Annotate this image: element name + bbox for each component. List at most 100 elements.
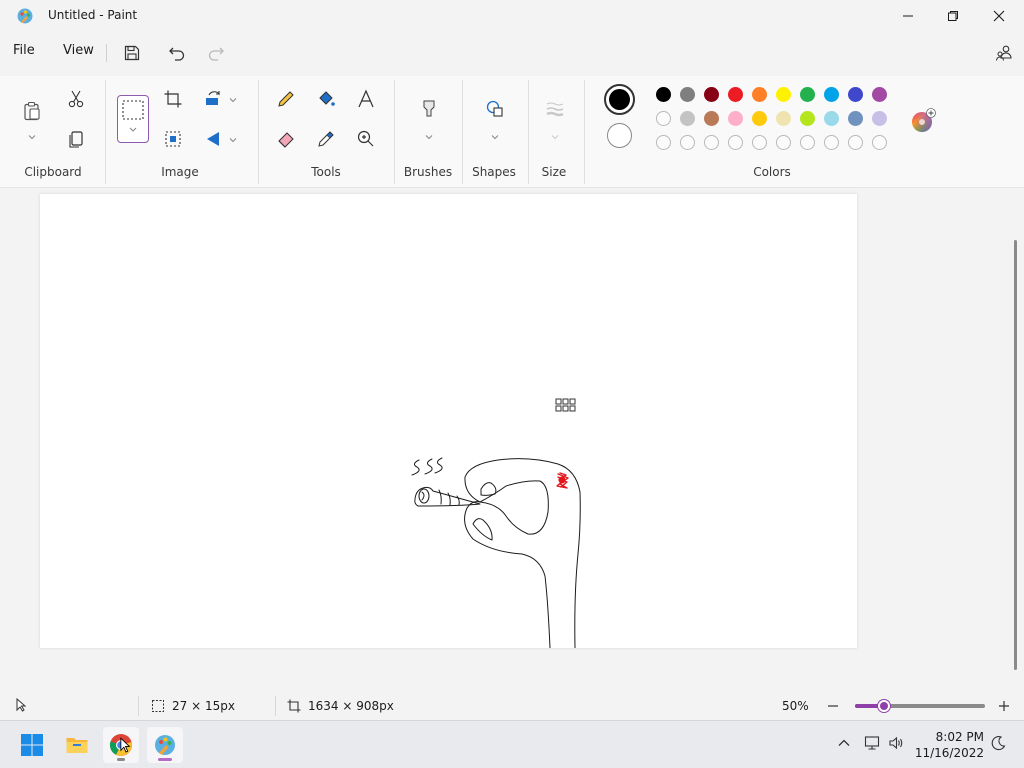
palette-swatch[interactable]: [728, 111, 743, 126]
color-picker-tool-button[interactable]: [311, 124, 341, 154]
cut-button[interactable]: [61, 84, 91, 114]
save-button[interactable]: [118, 40, 146, 66]
minimize-icon: [903, 15, 913, 17]
edit-colors-button[interactable]: [910, 108, 936, 134]
canvas-size-text: 1634 × 908px: [308, 699, 394, 713]
custom-color-slot[interactable]: [656, 135, 671, 150]
paint-icon: [155, 735, 175, 755]
copy-button[interactable]: [61, 124, 91, 154]
taskbar-clock[interactable]: 8:02 PM 11/16/2022: [912, 729, 984, 761]
select-tool-button[interactable]: [117, 95, 149, 143]
file-explorer-taskbar-button[interactable]: [59, 727, 95, 763]
account-button[interactable]: [990, 40, 1018, 66]
eraser-tool-button[interactable]: [271, 124, 301, 154]
pencil-tool-button[interactable]: [271, 84, 301, 114]
palette-swatch[interactable]: [824, 111, 839, 126]
start-button[interactable]: [14, 727, 50, 763]
resize-button[interactable]: [158, 124, 188, 154]
menu-bar: File View: [0, 34, 1024, 70]
custom-color-slot[interactable]: [728, 135, 743, 150]
fill-tool-button[interactable]: [311, 84, 341, 114]
color-1-selector[interactable]: [604, 84, 635, 115]
custom-color-slot[interactable]: [752, 135, 767, 150]
palette-swatch[interactable]: [704, 111, 719, 126]
volume-tray-button[interactable]: [888, 735, 908, 755]
clipboard-group-label: Clipboard: [24, 165, 82, 179]
undo-button[interactable]: [163, 40, 191, 66]
zoom-out-button[interactable]: [826, 699, 840, 716]
zoom-level-text[interactable]: 50%: [782, 699, 809, 713]
zoom-slider-thumb[interactable]: [877, 700, 890, 712]
rotate-chevron[interactable]: [228, 94, 238, 104]
focus-assist-button[interactable]: [990, 735, 1010, 755]
palette-swatch[interactable]: [752, 111, 767, 126]
clock-time: 8:02 PM: [935, 730, 984, 744]
minimize-button[interactable]: [885, 0, 931, 32]
group-separator: [105, 80, 106, 184]
color-2-selector[interactable]: [607, 123, 632, 148]
palette-swatch[interactable]: [824, 87, 839, 102]
palette-swatch[interactable]: [848, 111, 863, 126]
magnifier-tool-button[interactable]: [351, 124, 381, 154]
custom-color-slot[interactable]: [680, 135, 695, 150]
chevron-down-icon: [551, 135, 559, 140]
flip-button[interactable]: [198, 124, 228, 154]
palette-swatch[interactable]: [752, 87, 767, 102]
restore-button[interactable]: [930, 0, 976, 32]
flip-chevron[interactable]: [228, 134, 238, 144]
custom-color-slot[interactable]: [704, 135, 719, 150]
view-menu[interactable]: View: [63, 43, 94, 58]
palette-swatch[interactable]: [872, 87, 887, 102]
palette-swatch[interactable]: [704, 87, 719, 102]
text-tool-button[interactable]: [351, 84, 381, 114]
palette-swatch[interactable]: [800, 111, 815, 126]
palette-swatch[interactable]: [776, 87, 791, 102]
palette-swatch[interactable]: [728, 87, 743, 102]
vertical-scrollbar[interactable]: [1014, 240, 1017, 670]
custom-color-slot[interactable]: [872, 135, 887, 150]
paste-icon: [24, 101, 40, 121]
palette-swatch[interactable]: [680, 111, 695, 126]
file-menu[interactable]: File: [13, 43, 35, 58]
eraser-icon: [278, 132, 294, 148]
size-group-label: Size: [541, 165, 567, 179]
image-group-label: Image: [161, 165, 199, 179]
palette-swatch[interactable]: [680, 87, 695, 102]
palette-swatch[interactable]: [872, 111, 887, 126]
paint-taskbar-button[interactable]: [147, 727, 183, 763]
size-button[interactable]: [540, 94, 570, 124]
status-bar: 27 × 15px 1634 × 908px 50%: [0, 692, 1024, 720]
paint-app-icon: [16, 7, 34, 25]
zoom-in-button[interactable]: [997, 699, 1011, 716]
ribbon-toolbar: Clipboard Image Tools Brushes Shapes Siz…: [0, 76, 1024, 188]
shapes-chevron[interactable]: [490, 131, 500, 141]
paste-chevron[interactable]: [27, 131, 37, 141]
shapes-button[interactable]: [480, 94, 510, 124]
palette-swatch[interactable]: [656, 87, 671, 102]
brushes-chevron[interactable]: [424, 131, 434, 141]
drawing-canvas[interactable]: [40, 194, 857, 648]
chevron-down-icon: [229, 138, 237, 143]
paste-button[interactable]: [17, 94, 47, 128]
brushes-button[interactable]: [414, 94, 444, 124]
redo-button[interactable]: [202, 40, 230, 66]
zoom-slider[interactable]: [855, 700, 985, 712]
copy-icon: [69, 131, 83, 148]
running-indicator: [117, 758, 125, 761]
chevron-up-icon: [838, 739, 850, 746]
custom-color-slot[interactable]: [848, 135, 863, 150]
network-tray-button[interactable]: [864, 735, 884, 755]
rotate-button[interactable]: [198, 84, 228, 114]
custom-color-slot[interactable]: [824, 135, 839, 150]
palette-swatch[interactable]: [656, 111, 671, 126]
close-button[interactable]: [976, 0, 1022, 32]
resize-icon: [165, 131, 181, 147]
palette-swatch[interactable]: [776, 111, 791, 126]
custom-color-slot[interactable]: [776, 135, 791, 150]
show-hidden-icons-button[interactable]: [836, 735, 856, 755]
size-chevron[interactable]: [550, 131, 560, 141]
crop-button[interactable]: [158, 84, 188, 114]
palette-swatch[interactable]: [800, 87, 815, 102]
custom-color-slot[interactable]: [800, 135, 815, 150]
palette-swatch[interactable]: [848, 87, 863, 102]
